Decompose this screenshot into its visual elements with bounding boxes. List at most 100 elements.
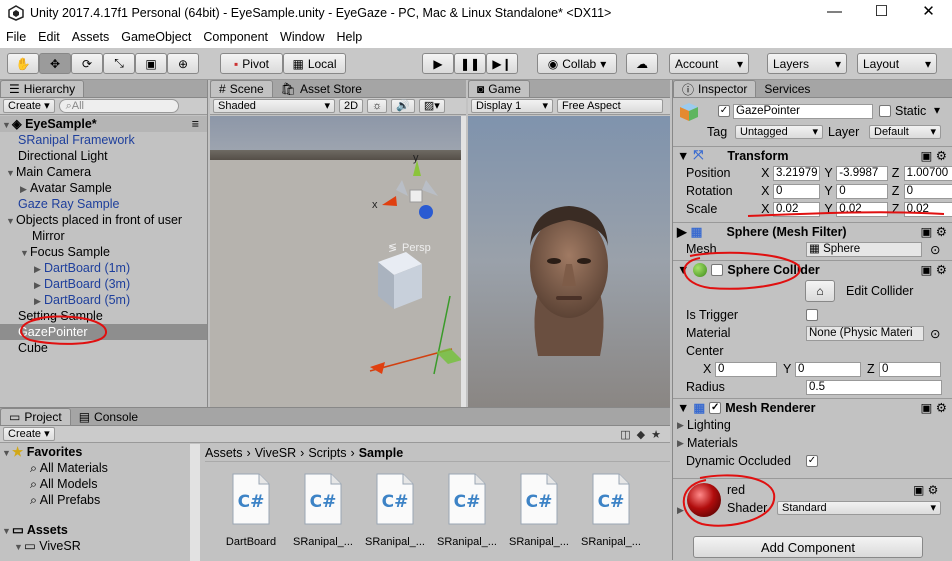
breadcrumb-item[interactable]: Assets [205,446,243,460]
add-component-button[interactable]: Add Component [693,536,923,558]
tab-console[interactable]: ▤ Console [71,408,146,425]
materials-row[interactable]: ▶ Materials [673,434,952,452]
object-picker-icon[interactable]: ⊙ [930,242,940,257]
scale-z-field[interactable]: 0.02 [903,201,952,217]
csharp-file-icon[interactable]: C# [445,472,489,526]
tab-inspector[interactable]: ⓘ Inspector [673,80,757,97]
breadcrumb-item[interactable]: Sample [359,446,403,460]
audio-toggle[interactable]: 🔊 [391,99,415,113]
assets-header[interactable]: ▼▭ Assets [0,522,199,538]
shader-dropdown[interactable]: Standard ▾ [777,501,941,515]
chevron-right-icon[interactable]: ▶ [20,181,30,197]
transform-header[interactable]: ▼ ⤧ Transform ▣ ⚙ [673,146,952,164]
chevron-down-icon[interactable]: ▼ [6,213,16,229]
csharp-file-icon[interactable]: C# [373,472,417,526]
csharp-file-icon[interactable]: C# [589,472,633,526]
fav-all-prefabs[interactable]: ⌕ All Prefabs [0,492,199,508]
maximize-button[interactable]: ☐ [858,0,905,26]
breadcrumb-item[interactable]: Scripts [308,446,346,460]
hierarchy-item[interactable]: Mirror [0,228,207,244]
tab-scene[interactable]: # Scene [210,80,273,97]
edit-collider-button[interactable]: ⌂ [805,280,835,302]
favorites-header[interactable]: ▼★ Favorites [0,444,199,460]
menu-help[interactable]: Help [330,30,368,44]
chevron-right-icon[interactable]: ▶ [34,293,44,309]
tab-services[interactable]: Services [756,80,818,97]
hierarchy-item[interactable]: ▶ DartBoard (3m) [0,276,207,292]
star-icon[interactable]: ★ [651,428,661,441]
light-toggle[interactable]: ☼ [367,99,388,113]
step-button[interactable]: ▶❙ [486,53,518,74]
menu-window[interactable]: Window [274,30,330,44]
radius-field[interactable]: 0.5 [806,379,942,395]
filter-label-icon[interactable]: ◆ [637,428,645,441]
scale-y-field[interactable]: 0.02 [836,201,888,217]
scale-x-field[interactable]: 0.02 [772,201,821,217]
tag-dropdown[interactable]: Untagged ▾ [735,125,823,139]
hierarchy-item[interactable]: ▼Focus Sample [0,244,207,260]
layers-dropdown[interactable]: Layers ▾ [767,53,847,74]
pause-button[interactable]: ❚❚ [454,53,486,74]
static-checkbox[interactable] [879,105,891,117]
effects-dropdown[interactable]: ▨▾ [418,99,445,113]
renderer-enabled-checkbox[interactable]: ✓ [709,401,722,414]
hierarchy-item[interactable]: ▼Objects placed in front of user [0,212,207,228]
hierarchy-item[interactable]: ▼Main Camera [0,164,207,180]
csharp-file-icon[interactable]: C# [229,472,273,526]
is-trigger-checkbox[interactable] [806,309,818,321]
rotation-z-field[interactable]: 0 [903,183,952,199]
layout-dropdown[interactable]: Layout ▾ [857,53,937,74]
settings-gear-icon[interactable]: ▣ ⚙ [921,400,948,415]
active-checkbox[interactable]: ✓ [718,105,730,117]
display-dropdown[interactable]: Display 1 ▾ [471,99,553,113]
lighting-row[interactable]: ▶ Lighting [673,416,952,434]
chevron-right-icon[interactable]: ▶ [34,277,44,293]
hierarchy-item[interactable]: Gaze Ray Sample [0,196,207,212]
scene-scrollbar[interactable] [461,116,466,407]
fav-all-models[interactable]: ⌕ All Models [0,476,199,492]
layer-dropdown[interactable]: Default ▾ [869,125,941,139]
assets-vivesr[interactable]: ▼▭ ViveSR [0,538,199,554]
csharp-file-icon[interactable]: C# [301,472,345,526]
menu-gameobject[interactable]: GameObject [115,30,197,44]
hierarchy-create-dropdown[interactable]: Create ▾ [3,99,55,113]
mesh-filter-header[interactable]: ▶ ▦ Sphere (Mesh Filter) ▣ ⚙ [673,222,952,240]
move-tool-button[interactable]: ✥ [39,53,71,74]
tab-hierarchy[interactable]: ☰ Hierarchy [0,80,85,97]
position-x-field[interactable]: 3.21979 [772,165,821,181]
hierarchy-item[interactable]: Directional Light [0,148,207,164]
mesh-renderer-header[interactable]: ▼ ▦ ✓ Mesh Renderer ▣ ⚙ [673,398,952,416]
tab-project[interactable]: ▭ Project [0,408,71,425]
scene-root[interactable]: ▼◈ EyeSample* ≡ [0,116,207,132]
sphere-collider-header[interactable]: ▼ Sphere Collider ▣ ⚙ [673,260,952,278]
2d-toggle[interactable]: 2D [339,99,364,113]
settings-gear-icon[interactable]: ▣ ⚙ [921,148,948,163]
settings-gear-icon[interactable]: ▣ ⚙ [921,224,948,239]
object-picker-icon[interactable]: ⊙ [930,326,940,341]
chevron-right-icon[interactable]: ▶ [34,261,44,277]
hierarchy-item[interactable]: Setting Sample [0,308,207,324]
chevron-right-icon[interactable]: ▶ [677,505,684,516]
breadcrumb-item[interactable]: ViveSR [255,446,296,460]
dynamic-occluded-checkbox[interactable]: ✓ [806,455,818,467]
hierarchy-item[interactable]: SRanipal Framework [0,132,207,148]
hierarchy-item[interactable]: Cube [0,340,207,356]
pivot-toggle[interactable]: ▪ Pivot [220,53,283,74]
rotate-tool-button[interactable]: ⟳ [71,53,103,74]
transform-tool-button[interactable]: ⊕ [167,53,199,74]
settings-gear-icon[interactable]: ▣ ⚙ [921,262,948,277]
mesh-field[interactable]: ▦ Sphere [806,241,922,257]
cloud-button[interactable]: ☁ [626,53,658,74]
menu-component[interactable]: Component [197,30,274,44]
center-z-field[interactable]: 0 [879,361,941,377]
hierarchy-search-input[interactable]: ⌕All [58,99,179,113]
play-button[interactable]: ▶ [422,53,454,74]
hand-tool-button[interactable]: ✋ [7,53,39,74]
settings-gear-icon[interactable]: ▣ ⚙ [913,483,938,497]
csharp-file-icon[interactable]: C# [517,472,561,526]
scene-viewport[interactable]: y x ≶ Persp [210,116,466,407]
position-y-field[interactable]: -3.9987 [836,165,888,181]
local-toggle[interactable]: ▦ Local [283,53,346,74]
scene-menu-icon[interactable]: ≡ [192,116,199,132]
chevron-down-icon[interactable]: ▼ [6,165,16,181]
